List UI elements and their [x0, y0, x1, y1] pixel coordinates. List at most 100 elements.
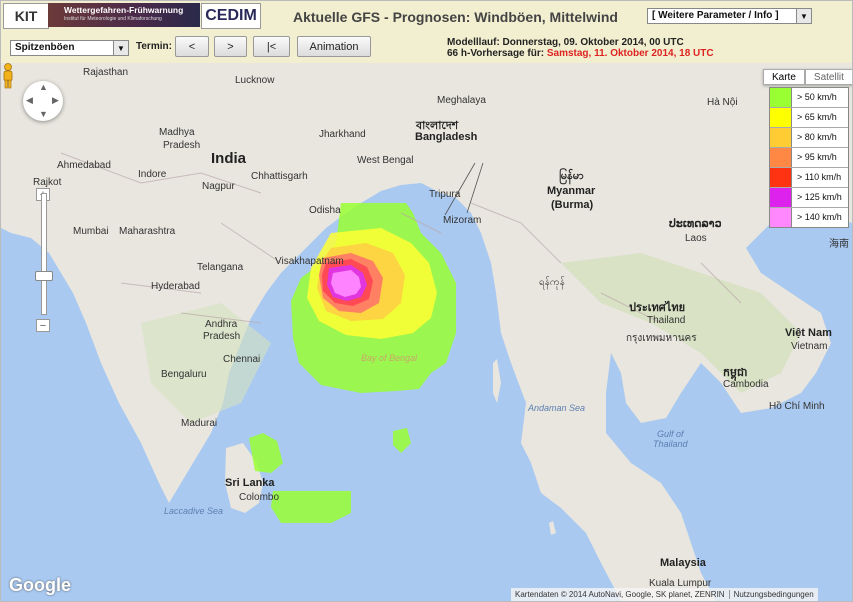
legend-row: > 50 km/h	[770, 88, 848, 108]
warning-banner[interactable]: Wettergefahren-Frühwarnung Institut für …	[48, 3, 200, 27]
map-type-satellit[interactable]: Satellit	[804, 69, 852, 85]
label-pradesh-2: Pradesh	[203, 331, 241, 342]
animation-button[interactable]: Animation	[297, 36, 371, 57]
label-madhya: Madhya	[159, 127, 195, 138]
label-colombo: Colombo	[239, 492, 280, 503]
forecast-prefix: 66 h-Vorhersage für:	[447, 48, 545, 59]
label-mizoram: Mizoram	[443, 215, 482, 226]
variable-select[interactable]: Spitzenböen ▼	[10, 40, 129, 56]
pan-right-icon[interactable]: ▶	[52, 95, 59, 106]
label-thailand-native: ประเทศไทย	[629, 302, 686, 314]
banner-title: Wettergefahren-Frühwarnung	[64, 5, 184, 15]
legend-label: > 110 km/h	[797, 172, 842, 182]
legend-row: > 95 km/h	[770, 148, 848, 168]
legend-swatch	[770, 88, 792, 107]
label-viet-nam: Việt Nam	[785, 327, 832, 339]
label-laccadive-sea: Laccadive Sea	[164, 506, 224, 516]
label-india: India	[211, 150, 247, 167]
cedim-logo[interactable]: CEDIM	[201, 3, 261, 29]
legend-row: > 125 km/h	[770, 188, 848, 208]
label-hanoi: Hà Nội	[707, 97, 738, 108]
label-hcmc: Hồ Chí Minh	[769, 401, 825, 412]
label-cambodia: Cambodia	[723, 379, 769, 390]
terms-link[interactable]: Nutzungsbedingungen	[728, 590, 818, 599]
zoom-slider-track[interactable]	[41, 193, 47, 315]
label-chennai: Chennai	[223, 354, 261, 365]
prev-button[interactable]: <	[175, 36, 209, 57]
parameter-select[interactable]: [ Weitere Parameter / Info ] ▼	[647, 8, 812, 24]
legend-swatch	[770, 108, 792, 127]
pan-down-icon[interactable]: ▼	[39, 109, 48, 119]
label-hainan: 海南	[829, 239, 849, 250]
label-lucknow: Lucknow	[235, 75, 275, 86]
label-hyderabad: Hyderabad	[151, 281, 200, 292]
label-bangladesh-native: বাংলাদেশ	[416, 120, 459, 132]
nicobar-islands	[549, 521, 556, 535]
attribution-text: Kartendaten © 2014 AutoNavi, Google, SK …	[515, 590, 725, 599]
legend-label: > 50 km/h	[797, 92, 837, 102]
termin-label: Termin:	[136, 41, 172, 52]
wind-legend: > 50 km/h > 65 km/h > 80 km/h > 95 km/h …	[769, 87, 849, 228]
legend-swatch	[770, 168, 792, 187]
wind-50-c	[271, 491, 351, 523]
cedim-logo-text: CEDIM	[205, 7, 257, 24]
legend-label: > 95 km/h	[797, 152, 837, 162]
label-jharkhand: Jharkhand	[319, 129, 366, 140]
label-gulf-thailand: Thailand	[653, 439, 688, 449]
map-canvas[interactable]: Rajasthan Lucknow Meghalaya India Madhya…	[1, 63, 852, 601]
label-madurai: Madurai	[181, 418, 218, 429]
label-thailand: Thailand	[647, 315, 686, 326]
legend-row: > 140 km/h	[770, 208, 848, 227]
forecast-info: 66 h-Vorhersage für: Samstag, 11. Oktobe…	[447, 48, 714, 59]
label-yangon: ရန်ကုန်	[539, 277, 565, 288]
pan-up-icon[interactable]: ▲	[39, 82, 48, 92]
legend-row: > 65 km/h	[770, 108, 848, 128]
kit-logo[interactable]: KIT	[3, 3, 49, 29]
label-maharashtra: Maharashtra	[119, 226, 176, 237]
chevron-down-icon: ▼	[113, 41, 128, 55]
pegman-icon[interactable]	[1, 63, 15, 89]
map-type-karte[interactable]: Karte	[763, 69, 805, 85]
label-andaman-sea: Andaman Sea	[528, 403, 586, 413]
label-laos-native: ປະເທດລາວ	[669, 218, 722, 230]
parameter-select-value: [ Weitere Parameter / Info ]	[652, 10, 779, 21]
label-bangkok-native: กรุงเทพมหานคร	[626, 333, 697, 344]
label-nagpur: Nagpur	[202, 181, 235, 192]
zoom-slider-knob[interactable]	[35, 271, 53, 281]
label-malaysia: Malaysia	[660, 557, 706, 569]
legend-row: > 110 km/h	[770, 168, 848, 188]
forecast-time: Samstag, 11. Oktober 2014, 18 UTC	[546, 48, 714, 59]
variable-select-value: Spitzenböen	[15, 42, 75, 53]
pan-left-icon[interactable]: ◀	[26, 95, 33, 106]
label-tripura: Tripura	[429, 189, 461, 200]
label-bay-of-bengal: Bay of Bengal	[361, 353, 418, 363]
legend-row: > 80 km/h	[770, 128, 848, 148]
banner-subtitle: Institut für Meteorologie und Klimaforsc…	[64, 16, 162, 22]
label-odisha: Odisha	[309, 205, 341, 216]
wind-50-d	[393, 428, 411, 453]
google-logo[interactable]: Google	[9, 575, 71, 596]
first-button[interactable]: |<	[253, 36, 290, 57]
label-sri-lanka: Sri Lanka	[225, 477, 275, 489]
label-indore: Indore	[138, 169, 167, 180]
label-myanmar-native: မြန်မာ	[559, 170, 584, 182]
legend-label: > 140 km/h	[797, 212, 842, 222]
label-mumbai: Mumbai	[73, 226, 109, 237]
label-burma: (Burma)	[551, 199, 594, 211]
label-vietnam: Vietnam	[791, 341, 828, 352]
zoom-out-button[interactable]: −	[36, 319, 50, 332]
model-run-text: Modelllauf: Donnerstag, 09. Oktober 2014…	[447, 37, 684, 48]
andaman-islands	[493, 359, 501, 403]
chevron-down-icon: ▼	[796, 9, 811, 23]
kit-logo-text: KIT	[14, 8, 38, 24]
label-ahmedabad: Ahmedabad	[57, 160, 111, 171]
pan-control[interactable]: ▲ ▼ ◀ ▶	[23, 81, 63, 121]
label-laos: Laos	[685, 233, 707, 244]
label-bengaluru: Bengaluru	[161, 369, 207, 380]
label-andhra: Andhra	[205, 319, 238, 330]
legend-swatch	[770, 128, 792, 147]
legend-label: > 80 km/h	[797, 132, 837, 142]
next-button[interactable]: >	[214, 36, 247, 57]
label-myanmar: Myanmar	[547, 185, 596, 197]
legend-label: > 125 km/h	[797, 192, 842, 202]
